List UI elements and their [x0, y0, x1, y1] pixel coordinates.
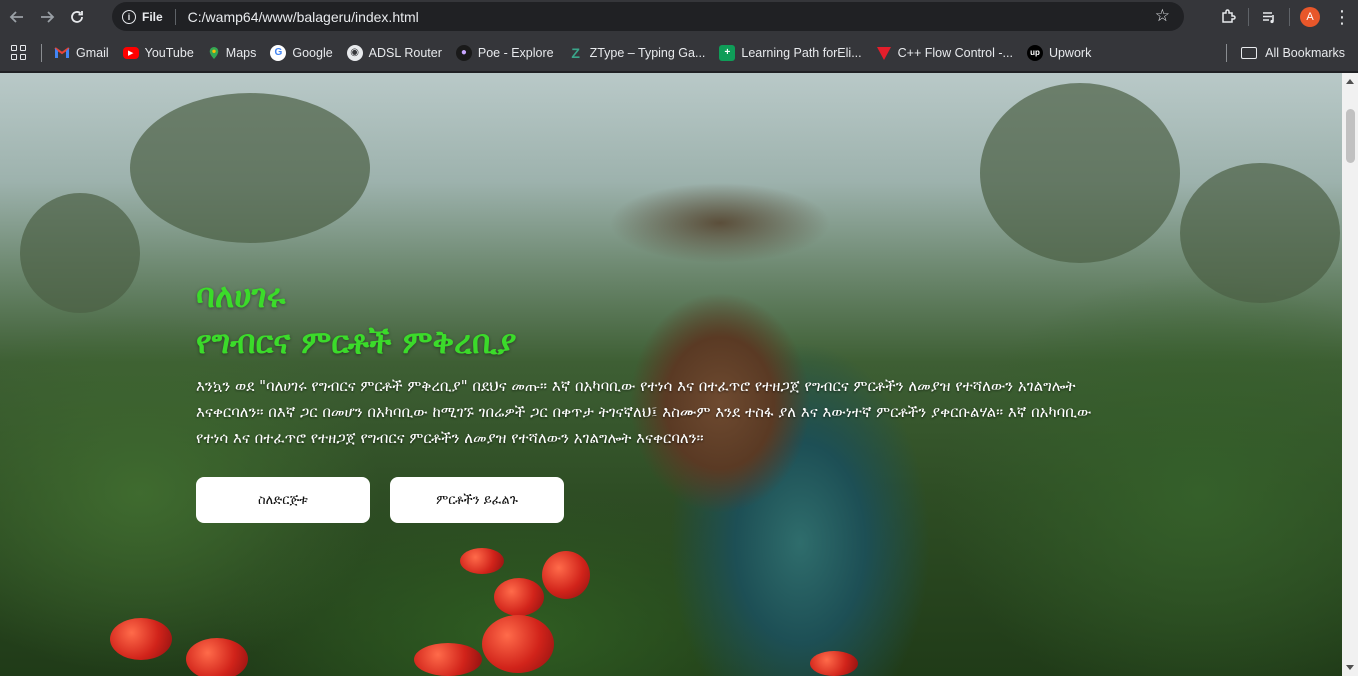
media-queue-icon [1263, 12, 1274, 24]
avatar: A [1300, 7, 1320, 27]
bookmark-label: Maps [225, 45, 257, 60]
hero-description: እንኳን ወደ "ባለሀገሩ የግብርና ምርቶች ምቅረቢያ" በደህና መጡ… [196, 377, 1092, 447]
poe-icon: ● [455, 44, 472, 61]
bookmark-label: ADSL Router [368, 45, 442, 60]
reload-button[interactable] [64, 4, 90, 30]
reload-icon [71, 11, 83, 23]
toolbar-divider [1289, 8, 1290, 26]
bookmark-poe[interactable]: ● Poe - Explore [455, 44, 554, 61]
forward-button[interactable] [34, 4, 60, 30]
extensions-icon[interactable] [1212, 0, 1244, 34]
arrow-right-icon [41, 11, 55, 23]
bookmark-label: Gmail [76, 45, 109, 60]
gmail-icon [54, 46, 70, 58]
bookmarks-divider [1226, 44, 1227, 62]
profile-button[interactable]: A [1294, 0, 1326, 34]
arrow-left-icon [9, 11, 23, 23]
find-products-button[interactable]: ምርቶችን ይፈልጉ [390, 477, 564, 523]
bookmark-google[interactable]: G Google [270, 44, 333, 61]
page-viewport: ባለሀገሩ የግብርና ምርቶች ምቅረቢያ እንኳን ወደ "ባለሀገሩ የግ… [0, 73, 1342, 676]
bookmark-youtube[interactable]: ▶ YouTube [122, 45, 194, 60]
all-bookmarks-button[interactable]: All Bookmarks [1241, 34, 1345, 72]
file-chip-label: File [142, 9, 163, 24]
bookmark-upwork[interactable]: up Upwork [1026, 44, 1092, 61]
page-scrollbar[interactable] [1342, 73, 1358, 676]
scroll-thumb[interactable] [1346, 109, 1355, 163]
sheets-icon: + [719, 44, 736, 61]
star-icon[interactable]: ☆ [1155, 6, 1170, 26]
folder-icon [1241, 47, 1258, 59]
back-button[interactable] [4, 4, 30, 30]
scroll-up-icon[interactable] [1346, 79, 1354, 84]
bookmark-label: Google [292, 45, 333, 60]
bookmark-label: Poe - Explore [477, 45, 554, 60]
bookmark-cpp-flow[interactable]: C++ Flow Control -... [876, 45, 1013, 61]
maps-icon [209, 46, 219, 59]
programiz-icon [876, 46, 891, 60]
bookmark-adsl-router[interactable]: ◉ ADSL Router [346, 44, 442, 61]
scroll-down-icon[interactable] [1346, 665, 1354, 670]
info-icon: i [122, 9, 136, 24]
bookmark-learning-path[interactable]: + Learning Path forEli... [719, 44, 862, 61]
hero-title: ባለሀገሩ [196, 276, 286, 315]
ztype-icon: Z [571, 44, 580, 61]
hero-subtitle: የግብርና ምርቶች ምቅረቢያ [196, 323, 517, 361]
google-icon: G [270, 44, 287, 61]
globe-icon: ◉ [346, 44, 363, 61]
all-bookmarks-label: All Bookmarks [1265, 46, 1345, 60]
bookmark-ztype[interactable]: Z ZType – Typing Ga... [568, 44, 706, 61]
toolbar-actions: A ⋮ [1212, 0, 1358, 34]
bookmark-maps[interactable]: Maps [208, 45, 257, 61]
bookmark-label: Learning Path forEli... [741, 45, 862, 60]
bookmark-label: C++ Flow Control -... [897, 45, 1013, 60]
hero-buttons: ስለድርጅቱ ምርቶችን ይፈልጉ [196, 477, 1116, 523]
url-text[interactable]: C:/wamp64/www/balageru/index.html [188, 9, 419, 25]
toolbar-divider [1248, 8, 1249, 26]
browser-toolbar: i File C:/wamp64/www/balageru/index.html… [0, 0, 1358, 34]
address-bar[interactable]: i File C:/wamp64/www/balageru/index.html… [112, 2, 1184, 31]
media-icon[interactable] [1253, 0, 1285, 34]
youtube-icon: ▶ [122, 46, 139, 59]
bookmark-label: Upwork [1048, 45, 1092, 60]
chip-divider [174, 8, 176, 25]
site-info-chip[interactable]: i File [122, 9, 163, 24]
about-button[interactable]: ስለድርጅቱ [196, 477, 370, 523]
puzzle-icon [1222, 9, 1236, 23]
bookmark-label: YouTube [144, 45, 194, 60]
upwork-icon: up [1026, 44, 1043, 61]
bookmarks-bar: Gmail ▶ YouTube Maps G Google ◉ ADSL Rou… [0, 34, 1358, 72]
menu-icon[interactable]: ⋮ [1326, 0, 1358, 34]
bookmarks-divider [41, 43, 42, 62]
bookmark-label: ZType – Typing Ga... [589, 45, 706, 60]
bookmark-gmail[interactable]: Gmail [54, 46, 109, 60]
hero-section: ባለሀገሩ የግብርና ምርቶች ምቅረቢያ እንኳን ወደ "ባለሀገሩ የግ… [196, 273, 1116, 523]
apps-grid-icon[interactable] [11, 44, 27, 61]
